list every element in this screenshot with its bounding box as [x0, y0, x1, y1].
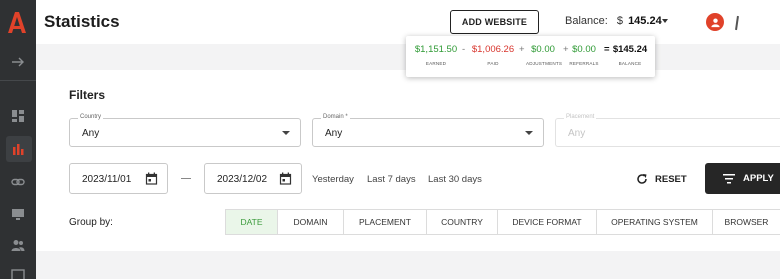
chevron-down-icon[interactable]	[662, 19, 668, 23]
balance-display[interactable]: Balance: $ 145.24	[565, 15, 662, 27]
earned-value: $1,151.50	[414, 44, 458, 55]
collapse-arrow-icon[interactable]	[8, 52, 28, 72]
sidebar-divider	[0, 80, 36, 81]
adjustments-summary: $0.00 ADJUSTMENTS	[526, 44, 563, 66]
placement-select: Placement Any	[555, 114, 780, 147]
balance-label: Balance:	[565, 15, 608, 27]
link-icon[interactable]	[8, 172, 28, 192]
tab-placement[interactable]: PLACEMENT	[344, 209, 427, 235]
avatar[interactable]	[706, 13, 724, 31]
placement-label: Placement	[564, 114, 597, 120]
calendar-icon[interactable]	[145, 172, 158, 185]
reset-label: RESET	[655, 173, 687, 185]
country-select[interactable]: Country Any	[69, 114, 301, 147]
user-icon	[710, 17, 720, 27]
users-icon[interactable]	[8, 235, 28, 255]
reset-button[interactable]: RESET	[636, 173, 687, 185]
balance-summary-label: BALANCE	[618, 61, 642, 66]
plus-operator: +	[563, 44, 569, 55]
date-to-value: 2023/12/02	[217, 174, 268, 185]
date-from-input[interactable]: 2023/11/01	[69, 163, 168, 194]
balance-amount: 145.24	[628, 15, 662, 27]
text-cursor-icon	[735, 15, 739, 31]
group-by-tabs: DATE DOMAIN PLACEMENT COUNTRY DEVICE FOR…	[225, 209, 780, 235]
adjustments-label: ADJUSTMENTS	[526, 61, 563, 66]
referrals-value: $0.00	[572, 44, 596, 55]
referrals-label: REFERRALS	[569, 61, 599, 66]
add-website-button[interactable]: ADD WEBSITE	[450, 10, 539, 34]
apply-label: APPLY	[743, 173, 774, 184]
logo-icon[interactable]	[6, 10, 28, 34]
tab-device-format[interactable]: DEVICE FORMAT	[498, 209, 597, 235]
filters-title: Filters	[69, 88, 106, 102]
earned-summary: $1,151.50 EARNED	[414, 44, 458, 66]
tab-country[interactable]: COUNTRY	[427, 209, 498, 235]
country-value: Any	[82, 128, 100, 139]
referrals-summary: $0.00 REFERRALS	[569, 44, 599, 66]
dashboard-icon[interactable]	[8, 106, 28, 126]
country-label: Country	[78, 114, 104, 120]
tab-domain[interactable]: DOMAIN	[278, 209, 344, 235]
group-by-label: Group by:	[69, 217, 113, 228]
quick-range-yesterday[interactable]: Yesterday	[312, 174, 354, 185]
chevron-down-icon	[525, 131, 533, 135]
paid-value: $1,006.26	[471, 44, 515, 55]
minus-operator: -	[462, 44, 466, 55]
tab-date[interactable]: DATE	[225, 209, 278, 235]
sidebar	[0, 0, 36, 279]
date-to-input[interactable]: 2023/12/02	[204, 163, 302, 194]
placement-value: Any	[568, 128, 586, 139]
refresh-icon	[637, 174, 647, 184]
apply-button[interactable]: APPLY	[705, 163, 780, 194]
filters-panel: Filters Country Any Domain * Any Placeme…	[36, 70, 780, 251]
statistics-icon[interactable]	[8, 139, 28, 159]
filter-icon	[723, 173, 735, 183]
earned-label: EARNED	[425, 61, 447, 66]
tab-operating-system[interactable]: OPERATING SYSTEM	[597, 209, 713, 235]
domain-value: Any	[325, 128, 343, 139]
paid-summary: $1,006.26 PAID	[470, 44, 516, 66]
screen-icon[interactable]	[8, 266, 28, 279]
tab-browser[interactable]: BROWSER	[713, 209, 780, 235]
plus-operator: +	[519, 44, 525, 55]
chevron-down-icon	[282, 131, 290, 135]
domain-select[interactable]: Domain * Any	[312, 114, 544, 147]
calendar-icon[interactable]	[279, 172, 292, 185]
paid-label: PAID	[487, 61, 499, 66]
quick-range-last-30-days[interactable]: Last 30 days	[428, 174, 482, 185]
domain-label: Domain *	[321, 114, 350, 120]
date-range-separator	[181, 178, 191, 179]
balance-value: $145.24	[612, 44, 648, 55]
page-title: Statistics	[44, 12, 120, 31]
monitor-icon[interactable]	[8, 204, 28, 224]
quick-range-last-7-days[interactable]: Last 7 days	[367, 174, 416, 185]
balance-currency: $	[616, 15, 623, 27]
balance-breakdown-popover: $1,151.50 EARNED - $1,006.26 PAID + $0.0…	[406, 36, 655, 77]
balance-summary: $145.24 BALANCE	[611, 44, 649, 66]
equals-operator: =	[604, 44, 610, 55]
adjustments-value: $0.00	[531, 44, 555, 55]
date-from-value: 2023/11/01	[82, 174, 132, 185]
